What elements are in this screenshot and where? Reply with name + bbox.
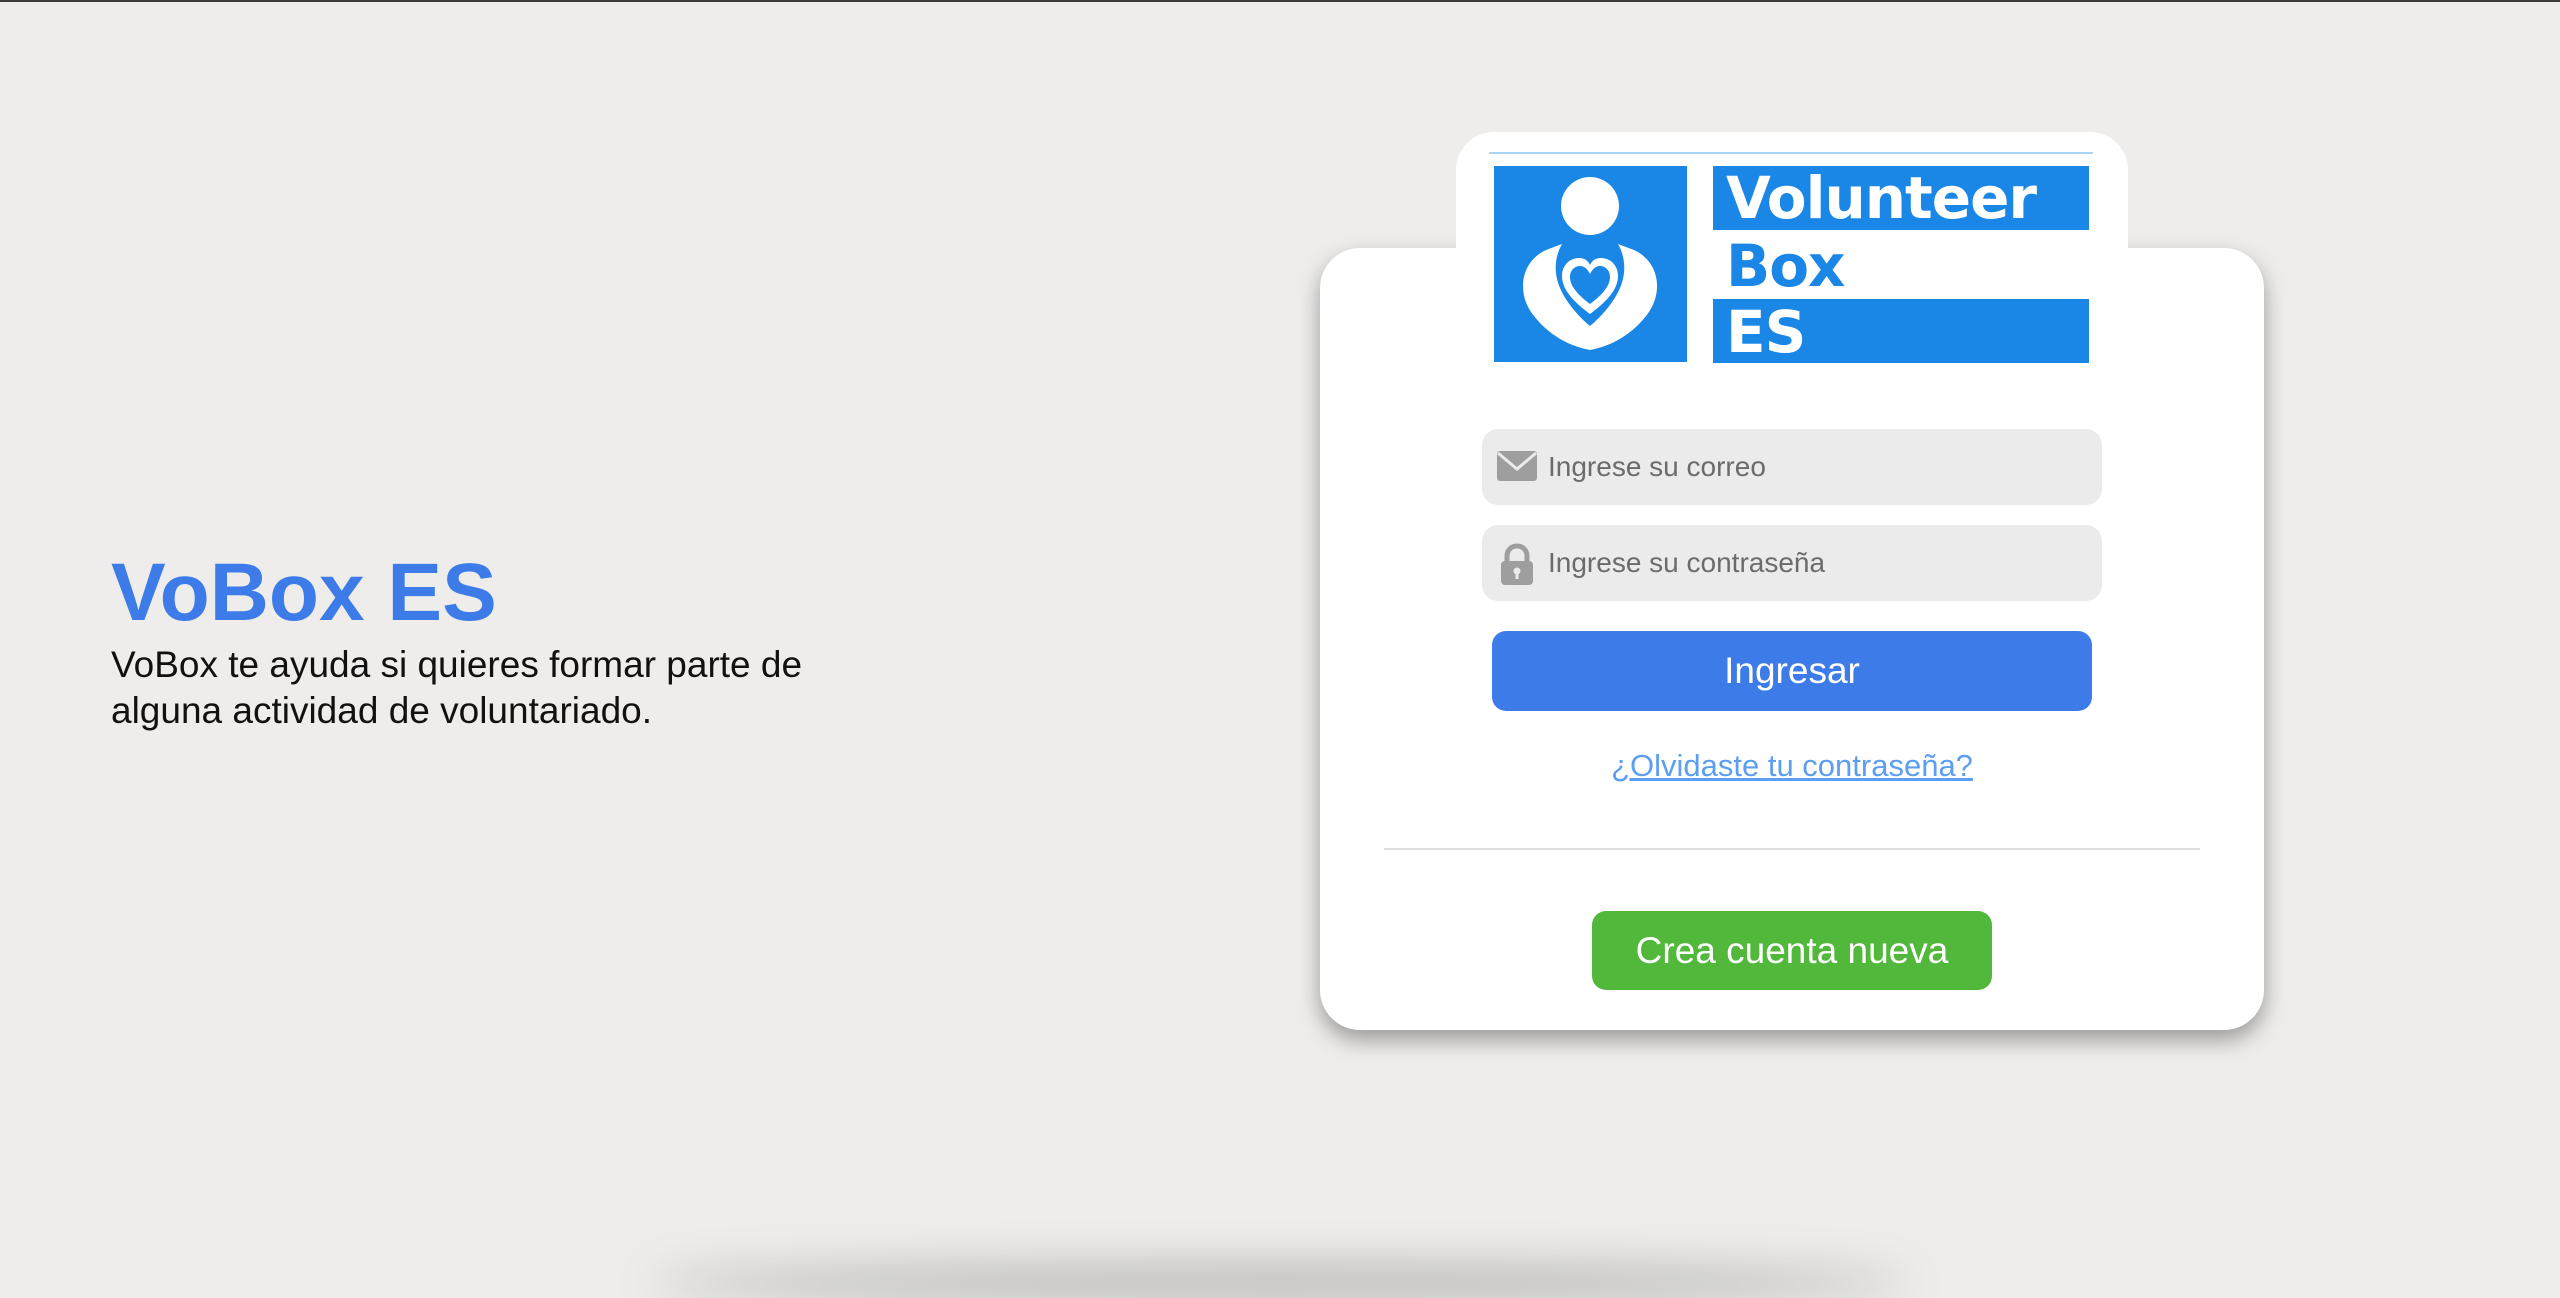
envelope-icon bbox=[1496, 447, 1538, 487]
logo-word-box: Box bbox=[1726, 232, 1845, 300]
logo-word-volunteer: Volunteer bbox=[1726, 164, 2037, 232]
login-button[interactable]: Ingresar bbox=[1492, 631, 2092, 711]
email-input[interactable] bbox=[1548, 429, 2088, 505]
email-field bbox=[1482, 429, 2102, 505]
intro-section: VoBox ES VoBox te ayuda si quieres forma… bbox=[111, 548, 931, 734]
password-field bbox=[1482, 525, 2102, 601]
page-title: VoBox ES bbox=[111, 547, 497, 638]
window-top-border bbox=[0, 0, 2560, 2]
volunteer-heart-person-icon bbox=[1494, 166, 1687, 362]
page-description: VoBox te ayuda si quieres formar parte d… bbox=[111, 644, 803, 731]
create-account-button[interactable]: Crea cuenta nueva bbox=[1592, 911, 1992, 990]
forgot-password-link[interactable]: ¿Olvidaste tu contraseña? bbox=[1492, 748, 2092, 784]
logo-word-es: ES bbox=[1726, 298, 1806, 366]
logo-top-rule bbox=[1489, 152, 2093, 154]
bottom-shadow-decoration bbox=[650, 1268, 1910, 1298]
lock-icon bbox=[1496, 543, 1538, 585]
form-divider bbox=[1384, 848, 2200, 850]
password-input[interactable] bbox=[1548, 525, 2088, 601]
